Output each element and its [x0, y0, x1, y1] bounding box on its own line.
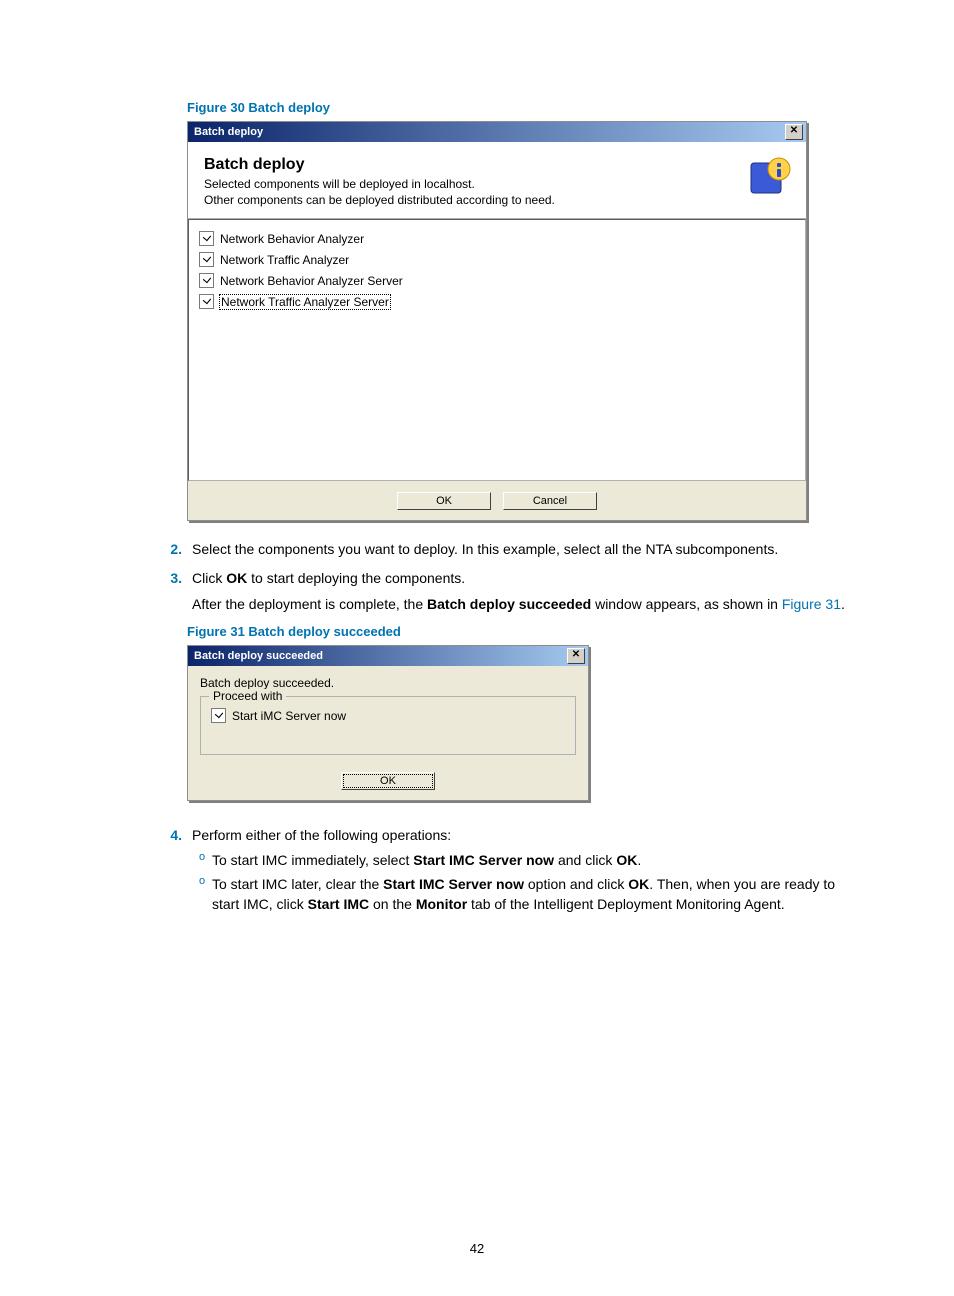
- list-item-label: Network Traffic Analyzer: [220, 253, 349, 267]
- text-bold: OK: [616, 852, 637, 868]
- sub-step-text: To start IMC later, clear the Start IMC …: [212, 874, 864, 915]
- step-number: 3.: [150, 568, 192, 615]
- text-run: option and click: [524, 876, 628, 892]
- step-number: 2.: [150, 539, 192, 559]
- dialog-title: Batch deploy: [204, 156, 746, 174]
- text-bold: Start IMC Server now: [383, 876, 524, 892]
- text-bold: Start IMC Server now: [413, 852, 554, 868]
- step-number: 4.: [150, 825, 192, 918]
- ok-button[interactable]: OK: [341, 772, 435, 790]
- step-text: Click OK to start deploying the componen…: [192, 568, 864, 615]
- checkbox-icon[interactable]: [199, 231, 214, 246]
- text-bold: OK: [226, 570, 247, 586]
- dialog-titlebar: Batch deploy ✕: [188, 122, 806, 142]
- text-bold: Start IMC: [308, 896, 369, 912]
- step-text: Perform either of the following operatio…: [192, 825, 864, 845]
- list-item[interactable]: Network Traffic Analyzer Server: [199, 291, 795, 312]
- text-run: to start deploying the components.: [247, 570, 465, 586]
- text-bold: Monitor: [416, 896, 467, 912]
- close-icon[interactable]: ✕: [785, 124, 803, 140]
- group-legend: Proceed with: [209, 689, 286, 703]
- list-item-label: Network Behavior Analyzer Server: [220, 274, 403, 288]
- dialog-header: Batch deploy Selected components will be…: [188, 142, 806, 219]
- figure31-caption: Figure 31 Batch deploy succeeded: [187, 624, 864, 639]
- figure-link[interactable]: Figure 31: [782, 596, 841, 612]
- text-run: After the deployment is complete, the: [192, 596, 427, 612]
- text-bold: OK: [628, 876, 649, 892]
- dialog-button-row: OK Cancel: [188, 481, 806, 520]
- text-run: on the: [369, 896, 416, 912]
- list-item-label: Network Behavior Analyzer: [220, 232, 364, 246]
- component-list: Network Behavior Analyzer Network Traffi…: [188, 219, 806, 481]
- start-imc-checkbox-row[interactable]: Start iMC Server now: [211, 705, 565, 726]
- text-run: Click: [192, 570, 226, 586]
- cancel-button[interactable]: Cancel: [503, 492, 597, 510]
- batch-deploy-succeeded-dialog: Batch deploy succeeded ✕ Batch deploy su…: [187, 645, 589, 801]
- text-run: To start IMC immediately, select: [212, 852, 413, 868]
- text-run: tab of the Intelligent Deployment Monito…: [467, 896, 785, 912]
- sub-bullet: o: [192, 850, 212, 870]
- list-item[interactable]: Network Behavior Analyzer: [199, 228, 795, 249]
- checkbox-icon[interactable]: [199, 273, 214, 288]
- figure30-caption: Figure 30 Batch deploy: [187, 100, 864, 115]
- text-run: and click: [554, 852, 616, 868]
- list-item-label: Network Traffic Analyzer Server: [220, 295, 390, 309]
- sub-bullet: o: [192, 874, 212, 915]
- dialog-titlebar: Batch deploy succeeded ✕: [188, 646, 588, 666]
- batch-deploy-dialog: Batch deploy ✕ Batch deploy Selected com…: [187, 121, 807, 521]
- dialog-titlebar-text: Batch deploy succeeded: [194, 650, 567, 662]
- dialog-desc-line2: Other components can be deployed distrib…: [204, 192, 746, 208]
- sub-step-text: To start IMC immediately, select Start I…: [212, 850, 641, 870]
- dialog-desc-line1: Selected components will be deployed in …: [204, 176, 746, 192]
- success-message: Batch deploy succeeded.: [200, 676, 576, 690]
- ok-button[interactable]: OK: [397, 492, 491, 510]
- text-run: window appears, as shown in: [591, 596, 782, 612]
- proceed-with-group: Proceed with Start iMC Server now: [200, 696, 576, 755]
- text-run: .: [841, 596, 845, 612]
- info-box-icon: [746, 152, 794, 200]
- text-bold: Batch deploy succeeded: [427, 596, 591, 612]
- list-item[interactable]: Network Behavior Analyzer Server: [199, 270, 795, 291]
- step-text: Select the components you want to deploy…: [192, 539, 864, 559]
- checkbox-icon[interactable]: [211, 708, 226, 723]
- dialog-button-row: OK: [188, 761, 588, 800]
- checkbox-label: Start iMC Server now: [232, 709, 346, 723]
- text-run: .: [637, 852, 641, 868]
- checkbox-icon[interactable]: [199, 252, 214, 267]
- page-number: 42: [0, 1241, 954, 1256]
- close-icon[interactable]: ✕: [567, 648, 585, 664]
- list-item[interactable]: Network Traffic Analyzer: [199, 249, 795, 270]
- text-run: To start IMC later, clear the: [212, 876, 383, 892]
- dialog-titlebar-text: Batch deploy: [194, 126, 785, 138]
- checkbox-icon[interactable]: [199, 294, 214, 309]
